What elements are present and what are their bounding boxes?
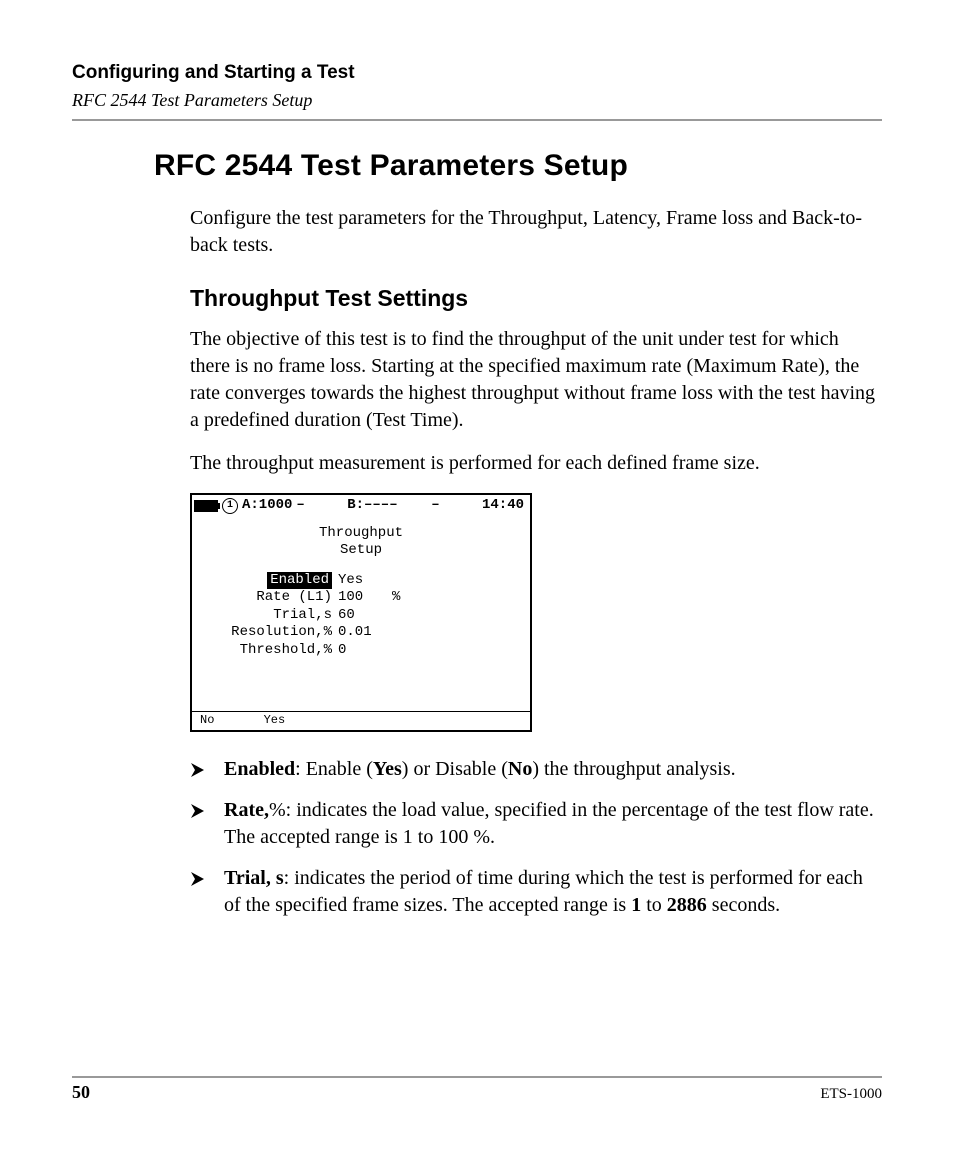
arrow-icon — [190, 869, 212, 887]
subsection-para-2: The throughput measurement is performed … — [190, 450, 882, 477]
arrow-icon — [190, 801, 212, 819]
param-row-rate: Rate (L1) 100 % — [200, 589, 522, 607]
text: seconds. — [707, 894, 780, 916]
param-label: Trial,s — [200, 607, 332, 625]
param-row-trial: Trial,s 60 — [200, 607, 522, 625]
param-row-enabled: Enabled Yes — [200, 572, 522, 590]
page-footer: 50 ETS-1000 — [72, 1076, 882, 1103]
param-unit — [392, 624, 414, 642]
device-params: Enabled Yes Rate (L1) 100 % Trial,s 60 R… — [192, 562, 530, 712]
param-label-selected: Enabled — [267, 572, 332, 590]
text: ) the throughput analysis. — [532, 758, 735, 780]
battery-icon — [194, 500, 218, 512]
page: Configuring and Starting a Test RFC 2544… — [0, 0, 954, 1159]
text: : Enable ( — [295, 758, 373, 780]
model-name: ETS-1000 — [820, 1086, 882, 1103]
term: Enabled — [224, 758, 295, 780]
arrow-icon — [190, 760, 212, 778]
param-unit — [392, 572, 414, 590]
term: Rate, — [224, 799, 269, 821]
param-value: 60 — [338, 607, 386, 625]
list-item: Trial, s: indicates the period of time d… — [190, 865, 882, 919]
param-unit — [392, 642, 414, 660]
device-title-line1: Throughput — [319, 525, 403, 541]
bullet-list: Enabled: Enable (Yes) or Disable (No) th… — [190, 756, 882, 919]
param-value: Yes — [338, 572, 386, 590]
subsection-title: Throughput Test Settings — [190, 285, 882, 312]
status-dash-b: – — [431, 497, 439, 513]
status-port-b: B:–––– — [347, 497, 397, 513]
status-time: 14:40 — [482, 497, 524, 515]
device-title: Throughput Setup — [192, 517, 530, 562]
param-value: 0.01 — [338, 624, 386, 642]
footer-option-no: No — [200, 713, 214, 728]
list-item: Enabled: Enable (Yes) or Disable (No) th… — [190, 756, 882, 783]
param-value: 0 — [338, 642, 386, 660]
indicator-icon: 1 — [222, 498, 238, 514]
status-dash-a: – — [296, 497, 304, 515]
device-footer: No Yes — [192, 711, 530, 730]
text: ) or Disable ( — [402, 758, 508, 780]
param-unit — [392, 607, 414, 625]
list-item: Rate,%: indicates the load value, specif… — [190, 797, 882, 851]
param-row-threshold: Threshold,% 0 — [200, 642, 522, 660]
param-label: Rate (L1) — [200, 589, 332, 607]
device-title-line2: Setup — [340, 542, 382, 558]
page-header: Configuring and Starting a Test RFC 2544… — [72, 62, 882, 121]
param-row-resolution: Resolution,% 0.01 — [200, 624, 522, 642]
param-label: Threshold,% — [200, 642, 332, 660]
footer-rule — [72, 1076, 882, 1078]
text: %: indicates the load value, specified i… — [224, 799, 874, 848]
chapter-title: Configuring and Starting a Test — [72, 62, 882, 84]
term: Trial, s — [224, 867, 284, 889]
section-title: RFC 2544 Test Parameters Setup — [154, 149, 882, 183]
param-value: 100 — [338, 589, 386, 607]
footer-option-yes: Yes — [264, 713, 286, 728]
device-figure: 1 A:1000 – B:–––– – 14:40 Throughput Set… — [190, 493, 882, 732]
breadcrumb: RFC 2544 Test Parameters Setup — [72, 90, 882, 111]
page-number: 50 — [72, 1082, 90, 1103]
device-status-bar: 1 A:1000 – B:–––– – 14:40 — [192, 495, 530, 517]
device-screen: 1 A:1000 – B:–––– – 14:40 Throughput Set… — [190, 493, 532, 732]
status-port-a: A:1000 — [242, 497, 292, 515]
text-bold: No — [508, 758, 532, 780]
text-bold: 2886 — [667, 894, 707, 916]
section-intro: Configure the test parameters for the Th… — [190, 205, 882, 259]
param-unit: % — [392, 589, 414, 607]
param-label: Resolution,% — [200, 624, 332, 642]
text: to — [641, 894, 667, 916]
text-bold: 1 — [631, 894, 641, 916]
header-rule — [72, 119, 882, 121]
subsection-para-1: The objective of this test is to find th… — [190, 326, 882, 434]
text-bold: Yes — [373, 758, 402, 780]
